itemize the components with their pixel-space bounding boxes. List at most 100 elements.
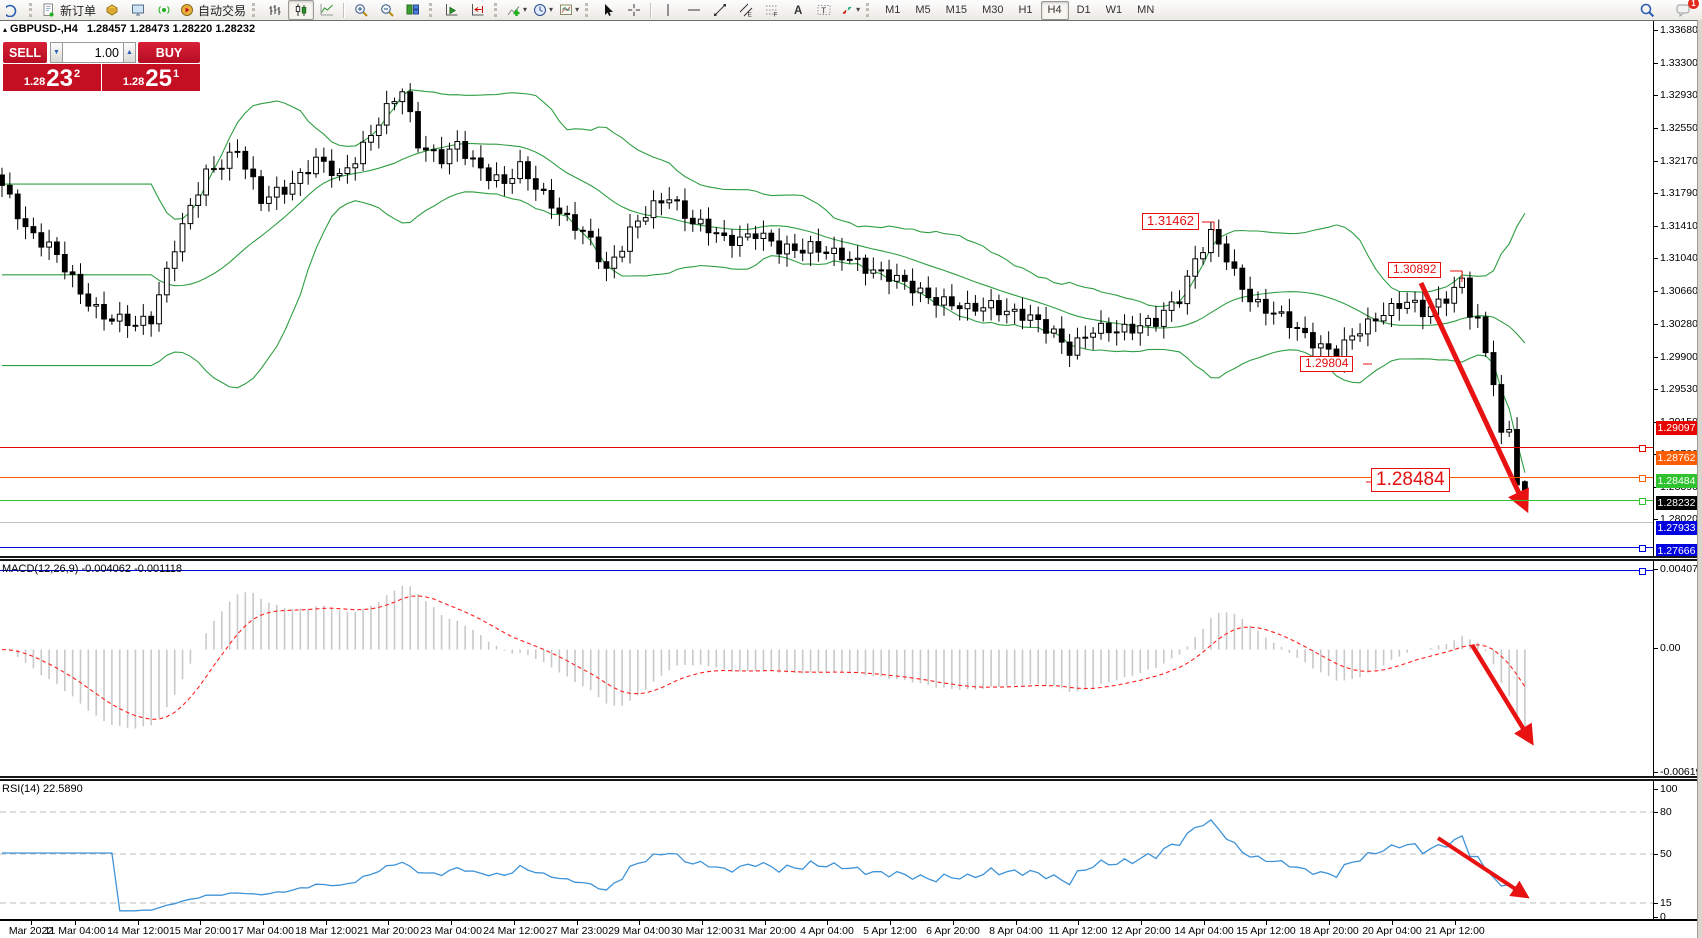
sell-button[interactable]: SELL [3, 42, 47, 63]
price-level-label-1.27933: 1.27933 [1656, 521, 1698, 535]
buy-button[interactable]: BUY [138, 42, 200, 63]
price-tick: 1.29530 [1660, 382, 1698, 396]
timeframe-m15[interactable]: M15 [939, 1, 974, 20]
chevron-down-icon[interactable]: ▾ [549, 6, 553, 14]
monitor-icon [131, 3, 145, 17]
equidistant-channel-button[interactable]: E [733, 0, 759, 20]
rsi-tick: 15 [1660, 896, 1672, 910]
timeframe-m1[interactable]: M1 [878, 1, 907, 20]
horizontal-line-button[interactable] [681, 0, 707, 20]
sell-price[interactable]: 1.28232 [3, 64, 101, 91]
sell-price-sup: 2 [74, 68, 80, 80]
buy-price[interactable]: 1.28251 [102, 64, 200, 91]
price-level-line-1.29097[interactable] [0, 447, 1653, 448]
indicators-icon [507, 3, 521, 17]
chevron-down-icon[interactable]: ▾ [523, 6, 527, 14]
price-annotation-1.31462[interactable]: 1.31462 [1142, 213, 1199, 230]
axis-tick-mark [1654, 324, 1658, 325]
timeframe-h1[interactable]: H1 [1011, 1, 1039, 20]
chevron-down-icon[interactable]: ▾ [575, 6, 579, 14]
line-anchor-marker[interactable] [1639, 498, 1646, 505]
fibonacci-button[interactable]: F [759, 0, 785, 20]
vertical-line-icon [661, 3, 675, 17]
templates-button[interactable]: ▾ [556, 0, 582, 20]
autotrading-button[interactable]: 自动交易 [177, 0, 249, 20]
tile-windows-button[interactable] [400, 0, 426, 20]
timeframe-m5[interactable]: M5 [908, 1, 937, 20]
vertical-line-button[interactable] [655, 0, 681, 20]
pane-separator[interactable] [0, 776, 1702, 781]
new-order-button[interactable]: 新订单 [39, 0, 99, 20]
price-level-label-1.28484: 1.28484 [1656, 474, 1698, 488]
signals-button[interactable] [151, 0, 177, 20]
price-annotation-1.29804[interactable]: 1.29804 [1300, 356, 1353, 372]
toolbar-grip [866, 3, 872, 17]
line-anchor-marker[interactable] [1639, 475, 1646, 482]
price-level-label-1.28232: 1.28232 [1656, 496, 1698, 510]
arrows-button[interactable]: ▾ [837, 0, 863, 20]
timeframe-mn[interactable]: MN [1130, 1, 1161, 20]
volume-decrease-button[interactable]: ▼ [50, 42, 63, 63]
chart-shift-button[interactable] [465, 0, 491, 20]
axis-tick-mark [1654, 291, 1658, 292]
time-label: 18 Apr 20:00 [1299, 925, 1359, 937]
rsi-label: RSI(14) 22.5890 [2, 783, 83, 795]
partial-icon [6, 3, 20, 17]
price-annotation-1.28484[interactable]: 1.28484 [1371, 468, 1450, 492]
periods-button[interactable]: ▾ [530, 0, 556, 20]
new-order-button-label: 新订单 [60, 2, 96, 19]
text-button[interactable]: A [785, 0, 811, 20]
price-tick: 1.30280 [1660, 317, 1698, 331]
line-anchor-marker[interactable] [1639, 568, 1646, 575]
line-anchor-marker[interactable] [1639, 545, 1646, 552]
toolbar-grip [29, 3, 35, 17]
timeframe-m30[interactable]: M30 [975, 1, 1010, 20]
label-icon: T [817, 3, 831, 17]
line-chart-button[interactable] [314, 0, 340, 20]
search-button[interactable] [1634, 0, 1660, 20]
timeframe-d1[interactable]: D1 [1070, 1, 1098, 20]
crosshair-button[interactable] [621, 0, 647, 20]
toolbar-right-group: 1 [1634, 0, 1696, 20]
time-label: 8 Apr 04:00 [989, 925, 1043, 937]
zoom-out-button[interactable] [374, 0, 400, 20]
axis-tick-mark [1654, 812, 1658, 813]
volume-input[interactable] [63, 42, 123, 63]
timeframe-h4[interactable]: H4 [1041, 1, 1069, 20]
time-label: 15 Mar 20:00 [169, 925, 231, 937]
volume-increase-button[interactable]: ▲ [123, 42, 136, 63]
auto-scroll-button[interactable] [439, 0, 465, 20]
metaeditor-button[interactable] [99, 0, 125, 20]
chevron-down-icon[interactable]: ▾ [856, 6, 860, 14]
timeframe-w1[interactable]: W1 [1099, 1, 1130, 20]
line-anchor-marker[interactable] [1639, 445, 1646, 452]
toolbar-grip [252, 3, 258, 17]
arrows-icon [840, 3, 854, 17]
time-label: 15 Apr 12:00 [1236, 925, 1296, 937]
toolbar-separator [343, 3, 345, 18]
indicators-button[interactable]: ▾ [504, 0, 530, 20]
price-level-line-1.28232[interactable] [0, 522, 1653, 523]
time-label: 21 Mar 20:00 [357, 925, 419, 937]
pane-separator[interactable] [0, 556, 1702, 561]
charts-button[interactable] [125, 0, 151, 20]
candlestick-chart-button[interactable] [288, 0, 314, 20]
candlestick-icon [294, 3, 308, 17]
text-icon: A [791, 3, 805, 17]
price-level-line-1.27666[interactable] [0, 570, 1653, 571]
time-label: 4 Apr 04:00 [800, 925, 854, 937]
price-axis: 1.336801.333001.329301.325501.321701.317… [1653, 20, 1698, 919]
price-level-line-1.28484[interactable] [0, 500, 1653, 501]
chat-button[interactable]: 1 [1670, 0, 1696, 20]
rsi-pane[interactable]: RSI(14) 22.5890 [0, 781, 1653, 919]
label-button[interactable]: T [811, 0, 837, 20]
time-label: 18 Mar 12:00 [295, 925, 357, 937]
price-annotation-1.30892[interactable]: 1.30892 [1388, 262, 1441, 278]
bar-chart-button[interactable] [262, 0, 288, 20]
cursor-button[interactable] [595, 0, 621, 20]
price-level-line-1.27933[interactable] [0, 547, 1653, 548]
trendline-button[interactable] [707, 0, 733, 20]
zoom-in-button[interactable] [348, 0, 374, 20]
macd-pane[interactable]: MACD(12,26,9) -0.004062 -0.001118 [0, 561, 1653, 776]
fibonacci-icon: F [765, 3, 779, 17]
